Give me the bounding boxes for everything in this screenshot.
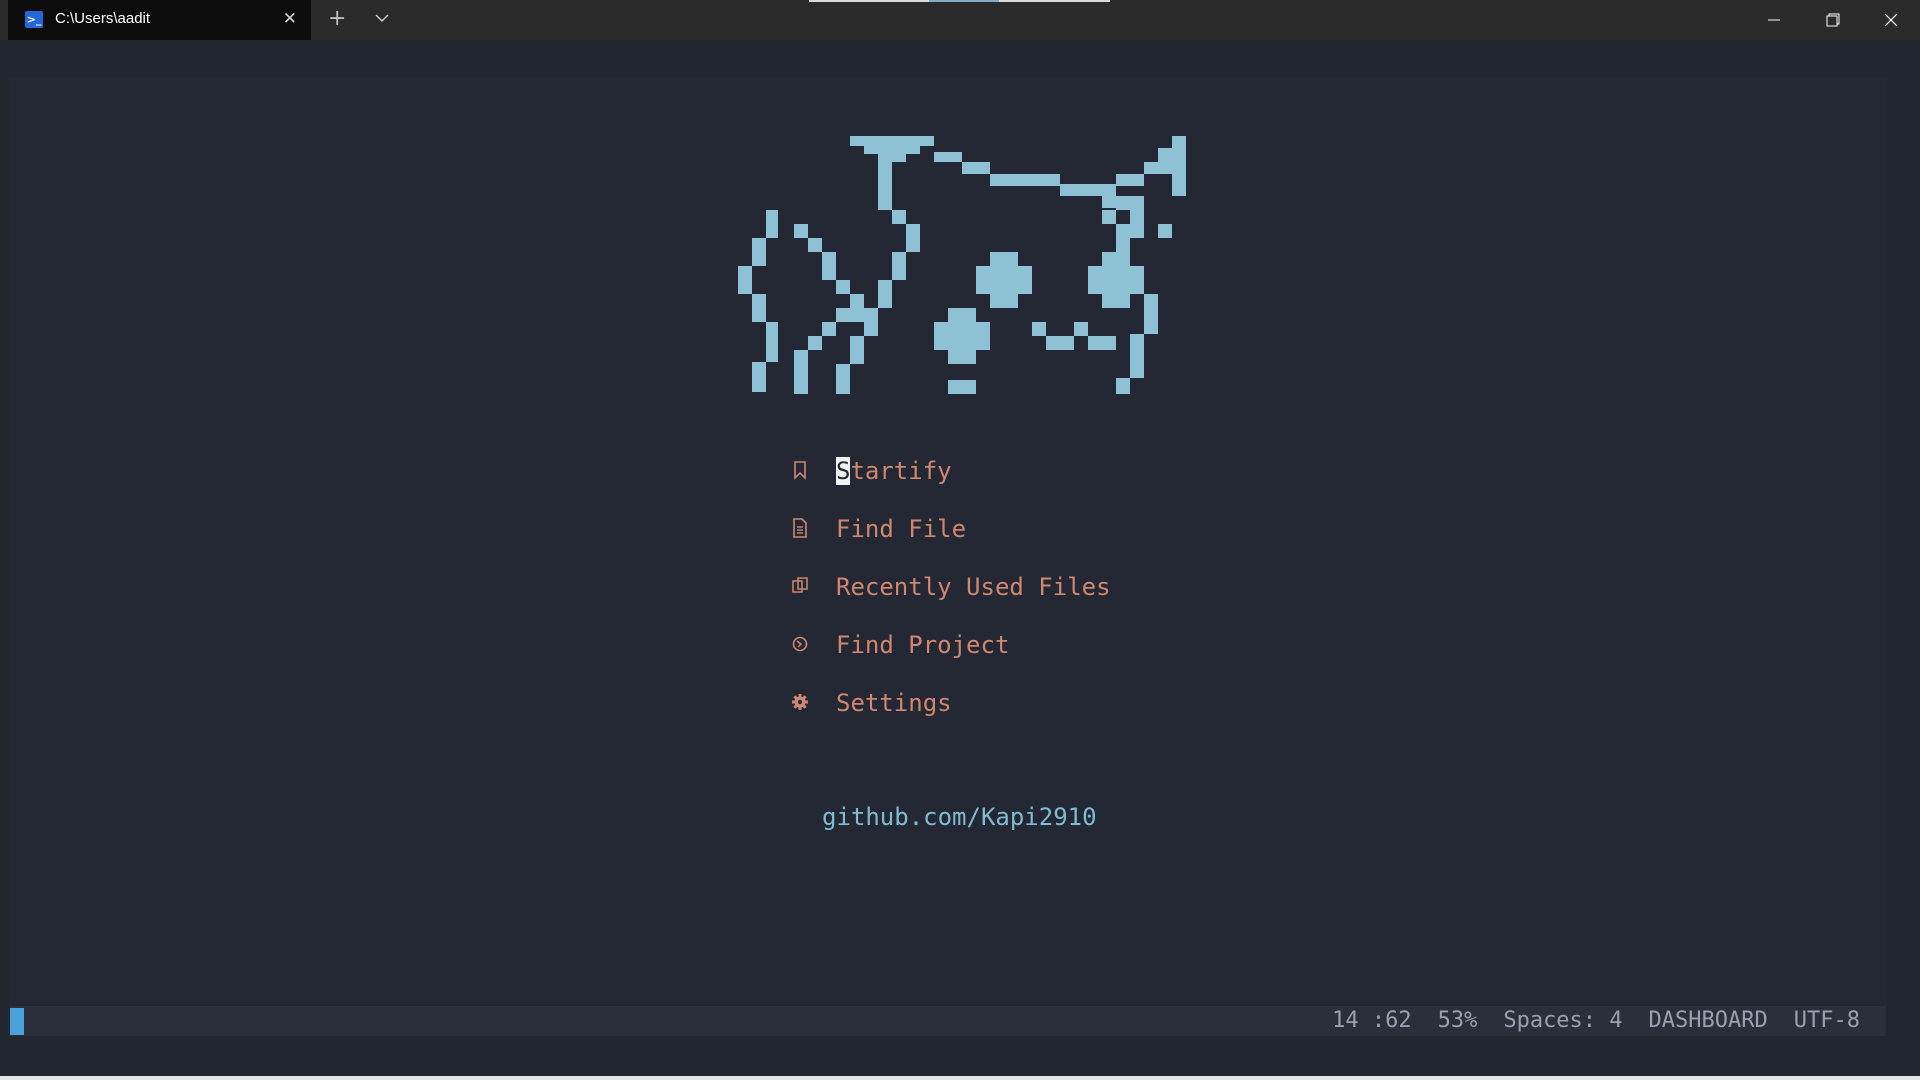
logo-art: [738, 136, 1186, 394]
title-bar: >_ C:\Users\aadit ✕ +: [0, 0, 1920, 40]
scroll-percent: 53%: [1437, 1008, 1478, 1033]
encoding: UTF-8: [1793, 1008, 1860, 1033]
gear-icon: [792, 694, 808, 710]
project-icon: [792, 636, 808, 652]
tab-title: C:\Users\aadit: [55, 10, 151, 27]
powershell-icon: >_: [25, 11, 43, 28]
menu-label: Settings: [836, 689, 952, 717]
status-line: 14 :62 53% Spaces: 4 DASHBOARD UTF-8: [10, 1006, 1886, 1036]
menu-label: Find File: [836, 515, 967, 543]
close-icon[interactable]: [1862, 0, 1920, 40]
file-icon: [793, 518, 807, 538]
bookmark-icon: [794, 461, 806, 480]
files-icon: [792, 577, 808, 593]
chevron-down-icon[interactable]: [372, 8, 392, 28]
cursor-position: 14 :62: [1332, 1008, 1412, 1033]
restore-icon[interactable]: [1804, 0, 1862, 40]
menu-label: Find Project: [836, 631, 1010, 659]
tab-close-icon[interactable]: ✕: [283, 9, 297, 29]
terminal-tab[interactable]: >_ C:\Users\aadit ✕: [8, 0, 311, 40]
github-link[interactable]: github.com/Kapi2910: [822, 802, 1097, 832]
menu-label: Startify: [836, 457, 952, 485]
ascii-art-logo: [738, 136, 1186, 394]
mode-indicator: [10, 1008, 24, 1035]
minimize-icon[interactable]: [1746, 0, 1804, 40]
indent-setting: Spaces: 4: [1503, 1008, 1623, 1033]
filetype: DASHBOARD: [1648, 1008, 1768, 1033]
new-tab-icon[interactable]: +: [328, 6, 346, 31]
window-drag-region[interactable]: [809, 0, 1110, 2]
text-cursor: S: [836, 457, 851, 485]
window-bottom-edge: [0, 1076, 1920, 1080]
menu-label: Recently Used Files: [836, 573, 1111, 601]
status-info: 14 :62 53% Spaces: 4 DASHBOARD UTF-8: [1306, 1006, 1860, 1036]
